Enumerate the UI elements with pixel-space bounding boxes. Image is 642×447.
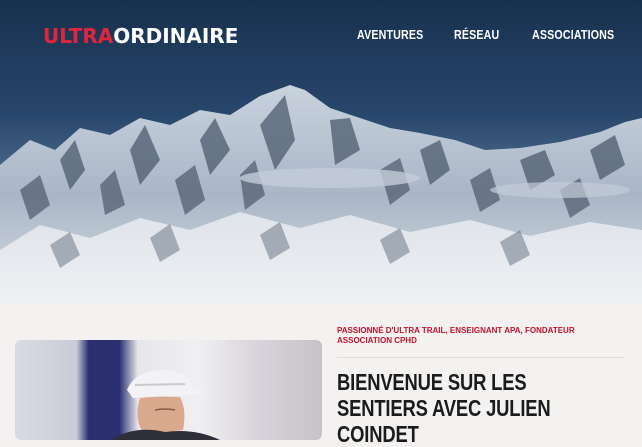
logo-ordinaire: ORDINAIRE [113,24,239,48]
runner-photo [15,340,322,440]
hero-banner: ULTRAORDINAIRE AVENTURES RÉSEAU ASSOCIAT… [0,0,642,304]
site-logo[interactable]: ULTRAORDINAIRE [43,24,238,48]
logo-ultra: ULTRA [43,24,114,48]
page-title: BIENVENUE SUR LES SENTIERS AVEC JULIEN C… [337,369,551,447]
nav-item-aventures[interactable]: AVENTURES [357,27,423,42]
runner-portrait-image [110,370,220,440]
intro-eyebrow: PASSIONNÉ D'ULTRA TRAIL, ENSEIGNANT APA,… [337,326,575,345]
nav-item-reseau[interactable]: RÉSEAU [454,27,499,42]
nav-item-associations[interactable]: ASSOCIATIONS [532,27,614,42]
divider [337,357,625,358]
